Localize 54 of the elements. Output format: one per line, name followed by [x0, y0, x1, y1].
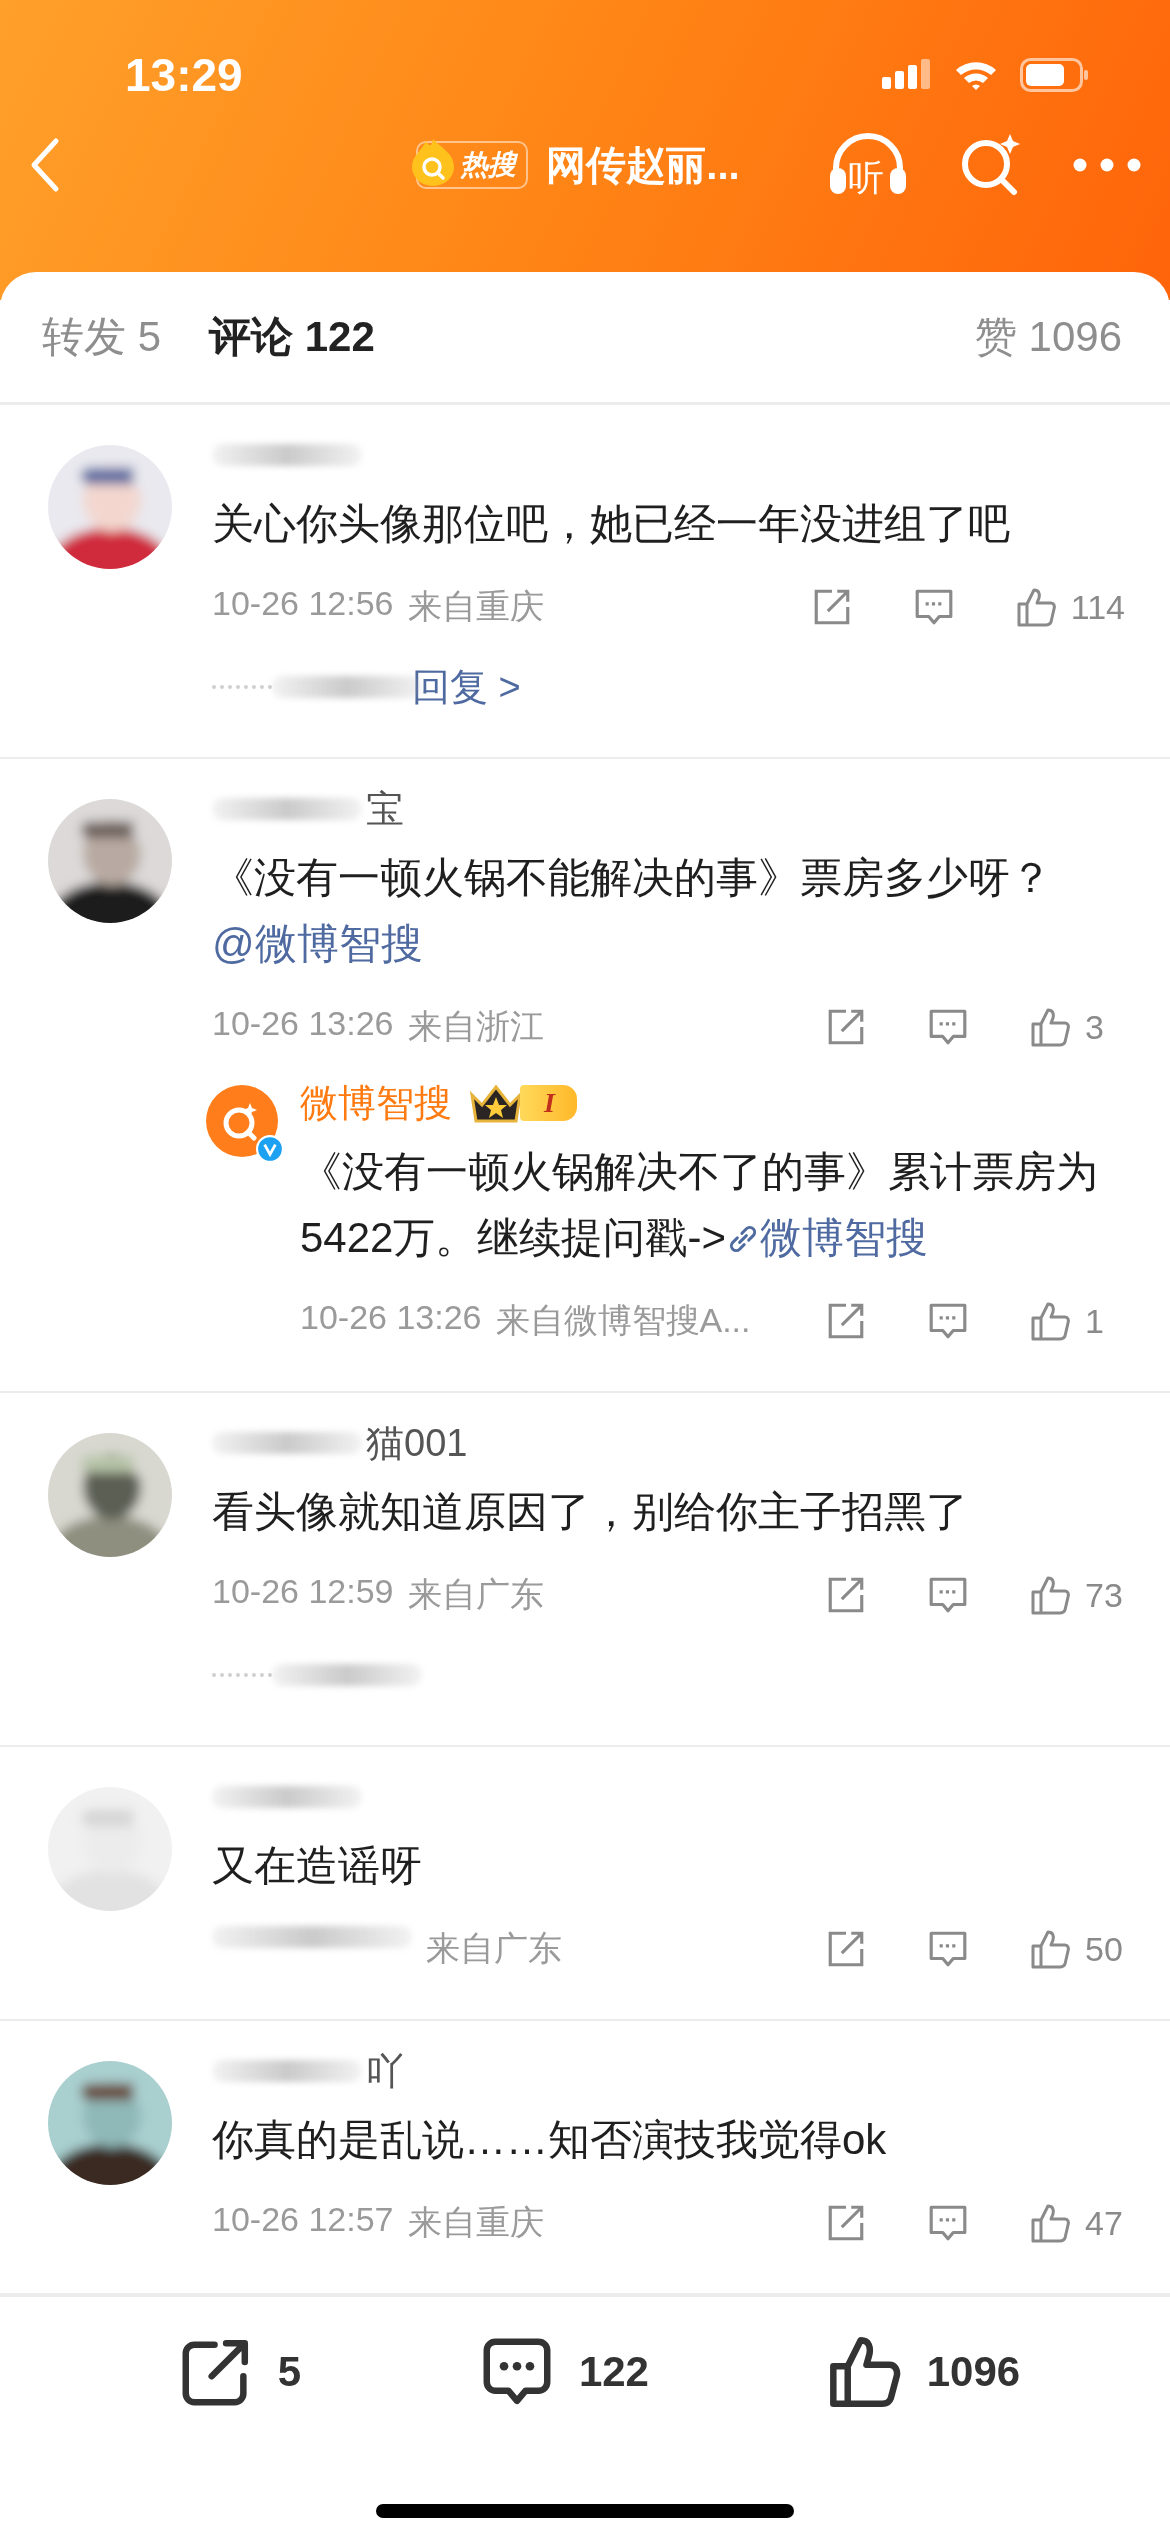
comments-button[interactable]: 122 — [474, 2335, 655, 2409]
comment-date: 10-26 13:26 — [212, 1004, 394, 1044]
user-name[interactable]: 猫001 — [366, 1417, 468, 1469]
status-time: 13:29 — [125, 48, 243, 102]
like-icon[interactable] — [1029, 1300, 1071, 1342]
tab[interactable]: 转发 5 — [42, 302, 162, 372]
user-name[interactable]: 宝 — [366, 783, 404, 835]
tab[interactable]: 评论 122 — [209, 302, 375, 372]
comment-date: 10-26 12:57 — [212, 2200, 394, 2240]
battery-icon — [1020, 58, 1090, 92]
user-name[interactable]: 吖 — [366, 2045, 404, 2097]
back-icon — [30, 137, 60, 193]
like-icon — [828, 2336, 901, 2408]
comment-text: 又在造谣呀 — [212, 1841, 423, 1891]
likes-tab[interactable]: 赞 1096 — [974, 302, 1122, 372]
back-button[interactable] — [30, 137, 60, 193]
comment-location: 来自微博智搜A... — [495, 1300, 751, 1341]
like-icon[interactable] — [1029, 2202, 1071, 2244]
comment-date: 10-26 13:26 — [300, 1298, 482, 1338]
comment-location: 来自重庆 — [407, 2202, 544, 2243]
comment-location: 来自广东 — [407, 1574, 544, 1615]
comment-text: 你真的是乱说……知否演技我觉得ok — [212, 2115, 888, 2165]
page-title: 网传赵丽... — [546, 141, 740, 189]
reply-dots — [212, 1673, 272, 1677]
comment-text: 《没有一顿火锅解决不了的事》累计票房为 5422万。继续提问戳-> 微博智搜 — [300, 1147, 1099, 1263]
like-count: 73 — [1085, 1575, 1124, 1615]
comment-text: 关心你头像那位吧，她已经一年没进组了吧 — [212, 499, 1011, 549]
like-button[interactable]: 1096 — [822, 2335, 1027, 2409]
like-icon[interactable] — [1029, 1928, 1071, 1970]
like-count: 50 — [1085, 1929, 1124, 1969]
mention-link[interactable]: @微博智搜 — [212, 920, 423, 967]
comment-date: 10-26 12:56 — [212, 584, 394, 624]
like-icon[interactable] — [1029, 1574, 1071, 1616]
search-logo-icon — [206, 1085, 278, 1157]
repost-button[interactable]: 5 — [173, 2335, 308, 2409]
more-button[interactable] — [1072, 157, 1142, 173]
like-count: 47 — [1085, 2203, 1124, 2243]
like-icon[interactable] — [1029, 1006, 1071, 1048]
comment-location: 来自浙江 — [407, 1006, 544, 1047]
more-icon — [1072, 157, 1142, 173]
like-count: 1 — [1085, 1301, 1105, 1341]
comment-location: 来自广东 — [426, 1928, 562, 1969]
comment-location: 来自重庆 — [407, 586, 544, 627]
flame-search-icon — [410, 137, 457, 187]
comment-text: 《没有一顿火锅不能解决的事》票房多少呀？ @微博智搜 — [212, 853, 1053, 969]
comment-text: 看头像就知道原因了，别给你主子招黑了 — [212, 1487, 969, 1537]
more-replies-link[interactable]: 回复 > — [412, 661, 521, 713]
comment-date: 10-26 12:59 — [212, 1572, 394, 1612]
signal-icon — [882, 59, 932, 91]
search-link[interactable]: 微博智搜 — [725, 1214, 928, 1261]
like-count: 3 — [1085, 1007, 1105, 1047]
level-badge: I — [520, 1085, 577, 1121]
like-count: 114 — [1070, 587, 1125, 627]
reply-dots — [212, 685, 272, 689]
